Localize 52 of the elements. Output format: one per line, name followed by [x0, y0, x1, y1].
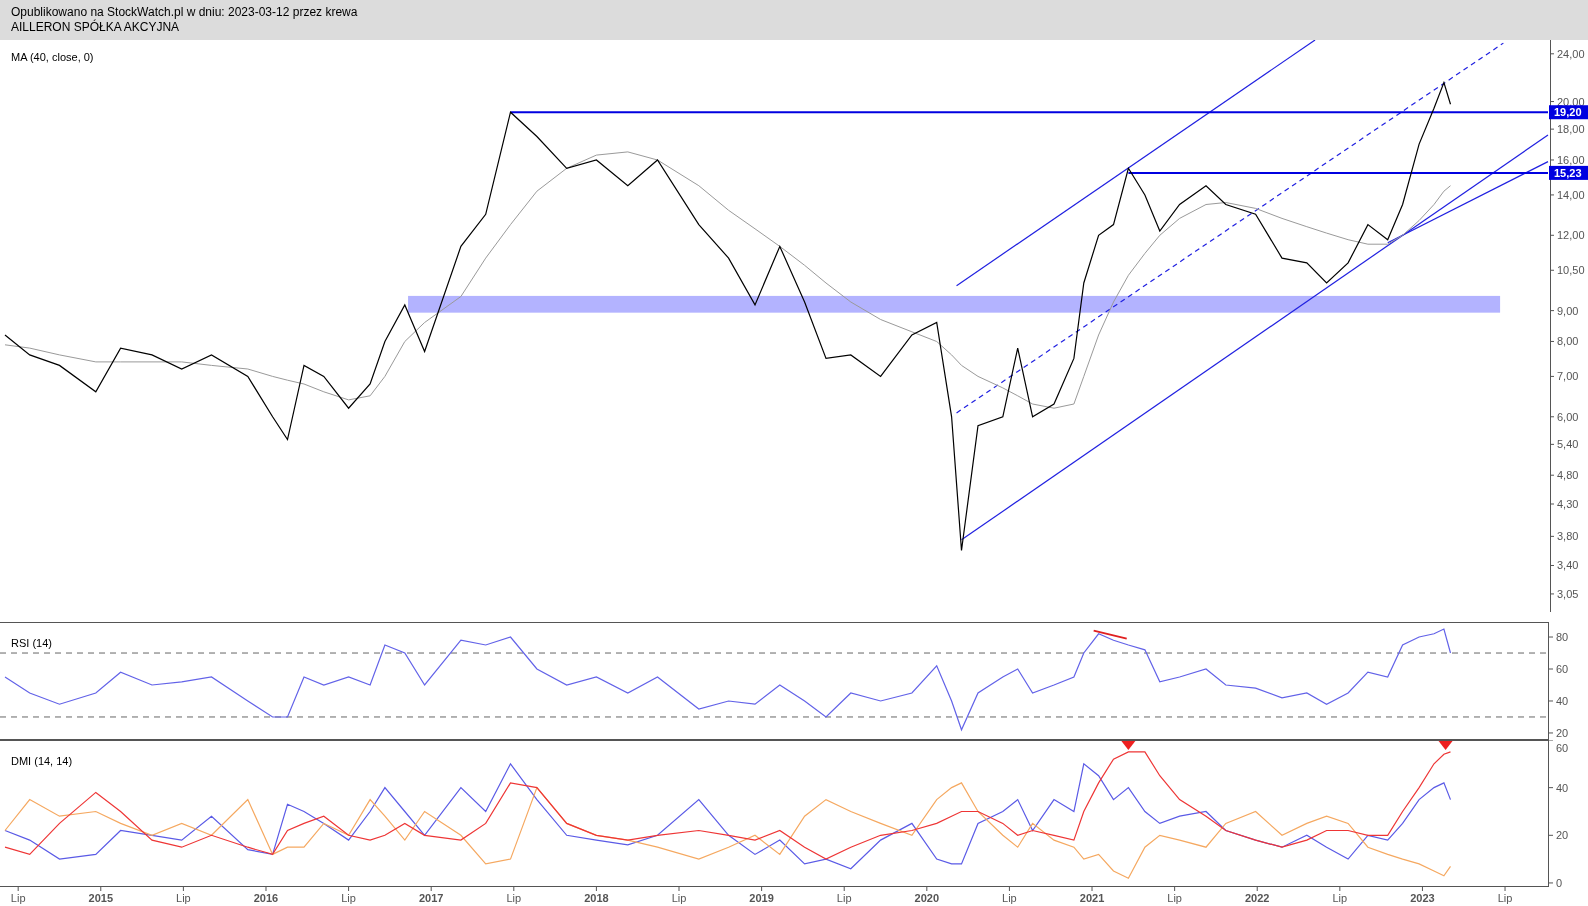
axis-label: 80	[1556, 631, 1569, 644]
axis-label: 60	[1556, 742, 1569, 754]
indicator-label: RSI (14)	[11, 637, 52, 649]
axis-label: 2023	[1410, 892, 1435, 904]
axis-label: 18,00	[1557, 123, 1585, 136]
price-level-badge: 15,23	[1549, 165, 1588, 180]
axis-label: 12,00	[1557, 229, 1585, 242]
divergence-line	[1092, 629, 1128, 640]
axis-label: 40	[1556, 695, 1569, 707]
axis-label: 5,40	[1557, 438, 1579, 451]
axis-label: 0	[1556, 876, 1563, 889]
axis-label: 20	[1556, 726, 1569, 739]
axis-label: 2017	[418, 892, 444, 904]
axis-label: Lip	[1002, 892, 1017, 904]
axis-label: 24,00	[1557, 47, 1585, 60]
axis-label: 60	[1556, 663, 1569, 675]
axis-label: Lip	[506, 892, 522, 904]
axis-label: 9,00	[1557, 304, 1579, 317]
axis-label: 40	[1556, 781, 1569, 794]
axis-label: 20	[1556, 829, 1569, 842]
axis-label: Lip	[10, 892, 26, 904]
axis-label: 2018	[584, 892, 609, 904]
axis-label: Lip	[1332, 892, 1348, 904]
axis-label: 2020	[914, 892, 940, 904]
axis-label: 2021	[1079, 892, 1105, 904]
axis-label: 14,00	[1557, 188, 1585, 201]
axis-label: Lip	[176, 892, 191, 904]
axis-label: 2015	[88, 892, 113, 904]
axis-label: Lip	[1497, 892, 1513, 904]
axis-label: Lip	[341, 892, 356, 904]
axis-label: 20,00	[1557, 95, 1585, 108]
axis-label: 2019	[749, 892, 774, 904]
indicator-label: DMI (14, 14)	[11, 755, 73, 767]
axis-label: 4,80	[1557, 469, 1579, 482]
axis-label: 2016	[253, 892, 279, 904]
publication-info: Opublikowano na StockWatch.pl w dniu: 2023-03-12 przez krewa	[11, 5, 359, 19]
axis-label: Lip	[1167, 892, 1182, 904]
axis-label: 8,00	[1557, 335, 1579, 348]
axis-label: 3,40	[1557, 559, 1579, 572]
axis-label: 3,80	[1557, 530, 1579, 543]
axis-label: Lip	[671, 892, 687, 904]
axis-label: 4,30	[1557, 498, 1579, 510]
company-name: AILLERON SPÓŁKA AKCYJNA	[11, 20, 181, 35]
axis-label: 3,05	[1557, 587, 1579, 600]
price-level-badge: 19,20	[1549, 105, 1588, 120]
axis-label: Lip	[836, 892, 852, 904]
axis-label: 16,00	[1557, 153, 1585, 166]
axis-label: 10,50	[1557, 264, 1585, 277]
axis-label: 6,00	[1557, 410, 1579, 423]
indicator-label: MA (40, close, 0)	[11, 51, 94, 63]
axis-label: 7,00	[1557, 370, 1579, 383]
axis-label: 2022	[1245, 892, 1270, 904]
